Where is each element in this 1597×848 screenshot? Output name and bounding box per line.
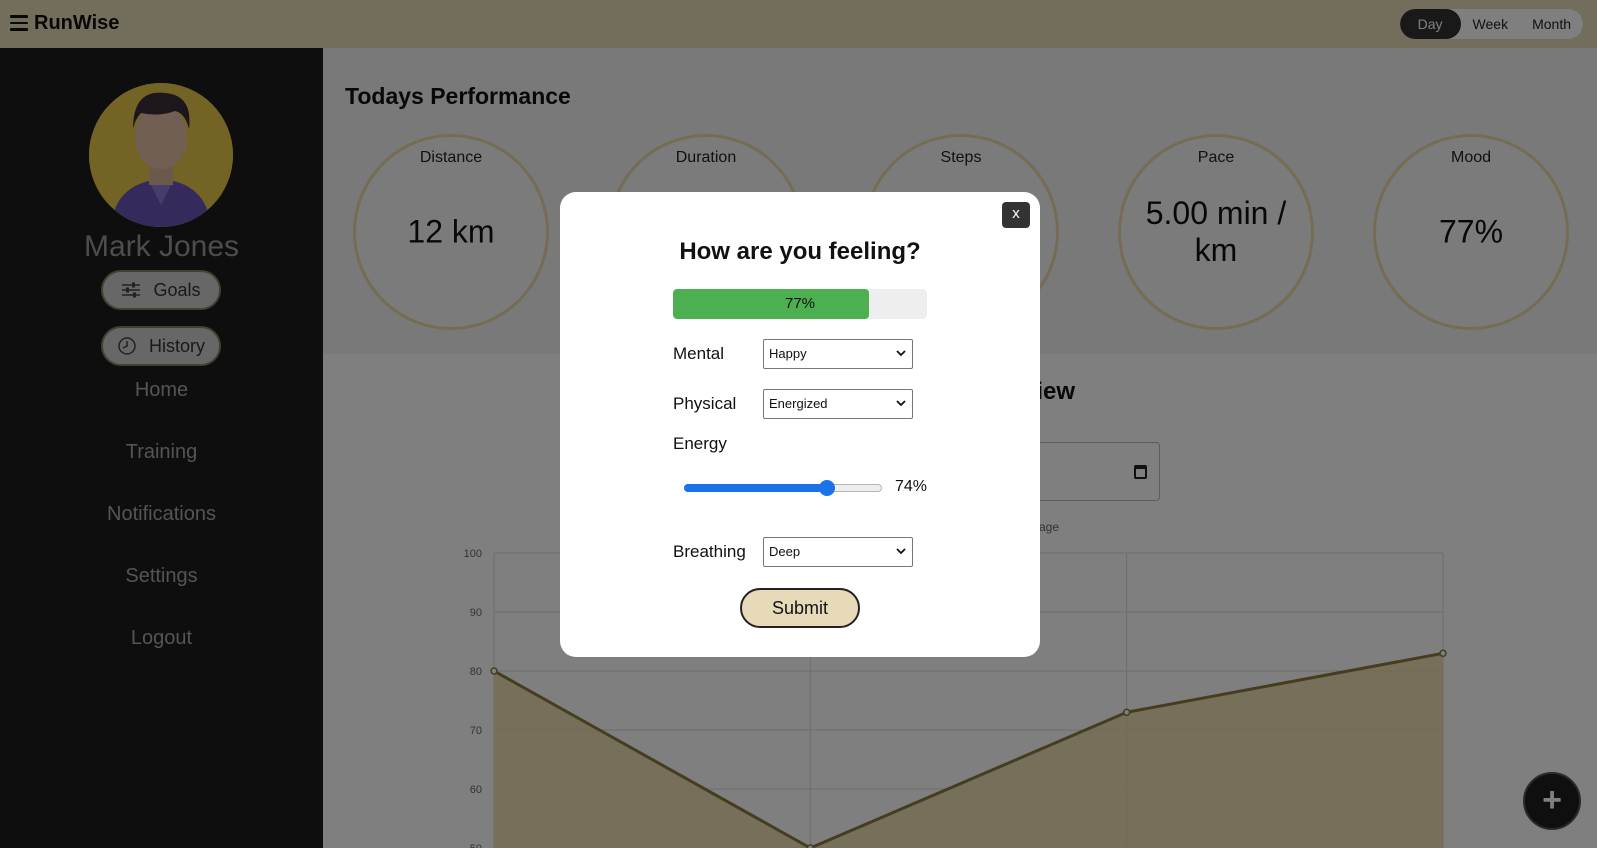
energy-slider-thumb[interactable] <box>818 480 835 496</box>
mood-progress-bar: 77% <box>673 289 927 319</box>
chevron-down-icon <box>896 548 906 555</box>
breathing-select[interactable]: Deep <box>763 537 913 567</box>
breathing-label: Breathing <box>673 542 746 561</box>
breathing-select-value: Deep <box>769 544 801 559</box>
physical-label: Physical <box>673 394 737 413</box>
mental-label: Mental <box>673 344 725 363</box>
energy-value: 74% <box>895 478 928 495</box>
mental-select[interactable]: Happy <box>763 339 913 369</box>
chevron-down-icon <box>896 350 906 357</box>
chevron-down-icon <box>896 400 906 407</box>
mental-select-value: Happy <box>769 346 807 361</box>
energy-slider-fill <box>684 484 827 492</box>
modal-title: How are you feeling? <box>679 238 921 265</box>
physical-select[interactable]: Energized <box>763 389 913 419</box>
mood-progress-text: 77% <box>784 295 816 312</box>
close-button[interactable]: x <box>1002 202 1030 228</box>
physical-select-value: Energized <box>769 396 828 411</box>
submit-button[interactable]: Submit <box>740 588 860 628</box>
energy-label: Energy <box>673 434 727 453</box>
feeling-modal: x How are you feeling? 77% Mental Happy … <box>560 192 1040 657</box>
